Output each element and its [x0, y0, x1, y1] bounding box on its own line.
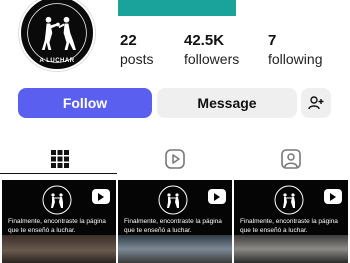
avatar-text: A LUCHAR: [39, 58, 75, 64]
tab-posts-grid[interactable]: [45, 146, 75, 172]
post-caption: Finalmente, encontraste la página que te…: [240, 218, 338, 234]
message-button[interactable]: Message: [157, 88, 297, 118]
avatar[interactable]: A LUCHAR: [19, 0, 95, 71]
header-banner: [118, 0, 236, 16]
post-photo: [2, 235, 116, 263]
posts-stat[interactable]: 22 posts: [120, 32, 153, 68]
play-icon: [330, 192, 336, 201]
posts-label: posts: [120, 51, 154, 67]
profile-tabs: [0, 146, 350, 174]
boxing-logo-icon: [42, 185, 72, 215]
post-photo: [118, 235, 232, 263]
post-caption: Finalmente, encontraste la página que te…: [124, 218, 222, 234]
tab-tagged[interactable]: [276, 146, 306, 172]
following-stat[interactable]: 7 following: [268, 32, 322, 68]
followers-stat[interactable]: 42.5K followers: [184, 32, 239, 68]
play-icon: [98, 192, 104, 201]
play-icon: [214, 192, 220, 201]
posts-grid: Finalmente, encontraste la página que te…: [0, 180, 350, 263]
tab-reels[interactable]: [160, 146, 190, 172]
reel-play-badge: [324, 189, 342, 204]
reel-play-badge: [208, 189, 226, 204]
grid-icon: [51, 150, 69, 168]
following-label: following: [268, 51, 323, 67]
post-tile[interactable]: Finalmente, encontraste la página que te…: [2, 180, 116, 263]
boxing-logo-icon: [274, 185, 304, 215]
reel-play-badge: [92, 189, 110, 204]
boxing-logo-icon: [158, 185, 188, 215]
tagged-icon: [281, 149, 301, 169]
person-add-icon: [308, 96, 324, 110]
follow-button[interactable]: Follow: [18, 88, 152, 118]
post-photo: [234, 235, 348, 263]
reels-icon: [165, 149, 185, 169]
post-tile[interactable]: Finalmente, encontraste la página que te…: [118, 180, 232, 263]
posts-count: 22: [120, 32, 137, 49]
followers-label: followers: [184, 51, 240, 67]
post-tile[interactable]: Finalmente, encontraste la página que te…: [234, 180, 348, 263]
followers-count: 42.5K: [184, 32, 225, 49]
add-user-button[interactable]: [301, 88, 331, 118]
active-tab-indicator: [0, 173, 117, 174]
post-caption: Finalmente, encontraste la página que te…: [8, 218, 106, 234]
following-count: 7: [268, 32, 277, 49]
